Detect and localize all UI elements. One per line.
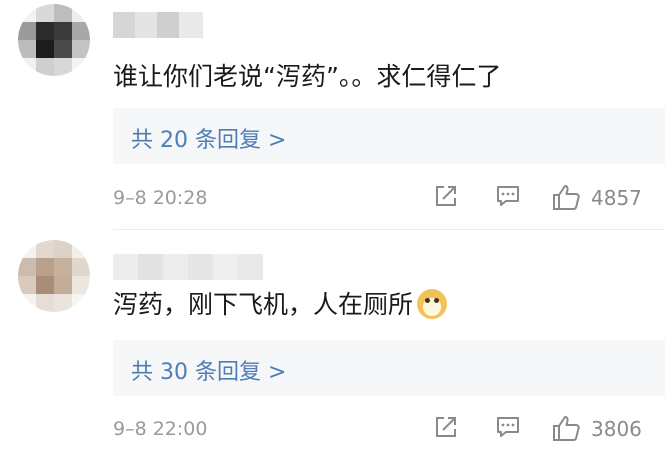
comment-icon[interactable] bbox=[495, 183, 521, 209]
comment-text: 谁让你们老说“泻药”。。求仁得仁了 bbox=[113, 62, 502, 91]
username-blurred[interactable] bbox=[113, 12, 203, 38]
avatar-mosaic bbox=[18, 240, 90, 312]
replies-box[interactable]: 共 20 条回复 > bbox=[113, 108, 665, 164]
comment-icon[interactable] bbox=[495, 414, 521, 440]
comment-item: 谁让你们老说“泻药”。。求仁得仁了 共 20 条回复 > 9–8 20:28 4… bbox=[0, 0, 665, 230]
avatar-mosaic bbox=[18, 4, 90, 76]
share-icon[interactable] bbox=[433, 414, 459, 440]
comment-time: 9–8 20:28 bbox=[113, 187, 208, 209]
comment-time: 9–8 22:00 bbox=[113, 418, 208, 440]
thumbs-up-icon[interactable] bbox=[551, 414, 581, 442]
replies-box[interactable]: 共 30 条回复 > bbox=[113, 340, 665, 396]
share-icon[interactable] bbox=[433, 183, 459, 209]
comment-footer: 9–8 20:28 4857 bbox=[113, 183, 665, 213]
avatar[interactable] bbox=[18, 240, 90, 312]
comment-text-content: 泻药，刚下飞机，人在厕所 bbox=[113, 290, 414, 319]
avatar[interactable] bbox=[18, 4, 90, 76]
like-count: 4857 bbox=[591, 186, 642, 210]
comment-item: 泻药，刚下飞机，人在厕所 共 30 条回复 > 9–8 22:00 3806 bbox=[0, 230, 665, 461]
view-replies-link[interactable]: 共 30 条回复 > bbox=[131, 354, 286, 386]
comment-footer: 9–8 22:00 3806 bbox=[113, 414, 665, 444]
comment-text: 泻药，刚下飞机，人在厕所 bbox=[113, 285, 448, 321]
username-blurred[interactable] bbox=[113, 254, 263, 280]
view-replies-link[interactable]: 共 20 条回复 > bbox=[131, 122, 286, 154]
thumbs-up-icon[interactable] bbox=[551, 183, 581, 211]
doge-emoji-icon bbox=[417, 289, 448, 319]
like-count: 3806 bbox=[591, 417, 642, 441]
